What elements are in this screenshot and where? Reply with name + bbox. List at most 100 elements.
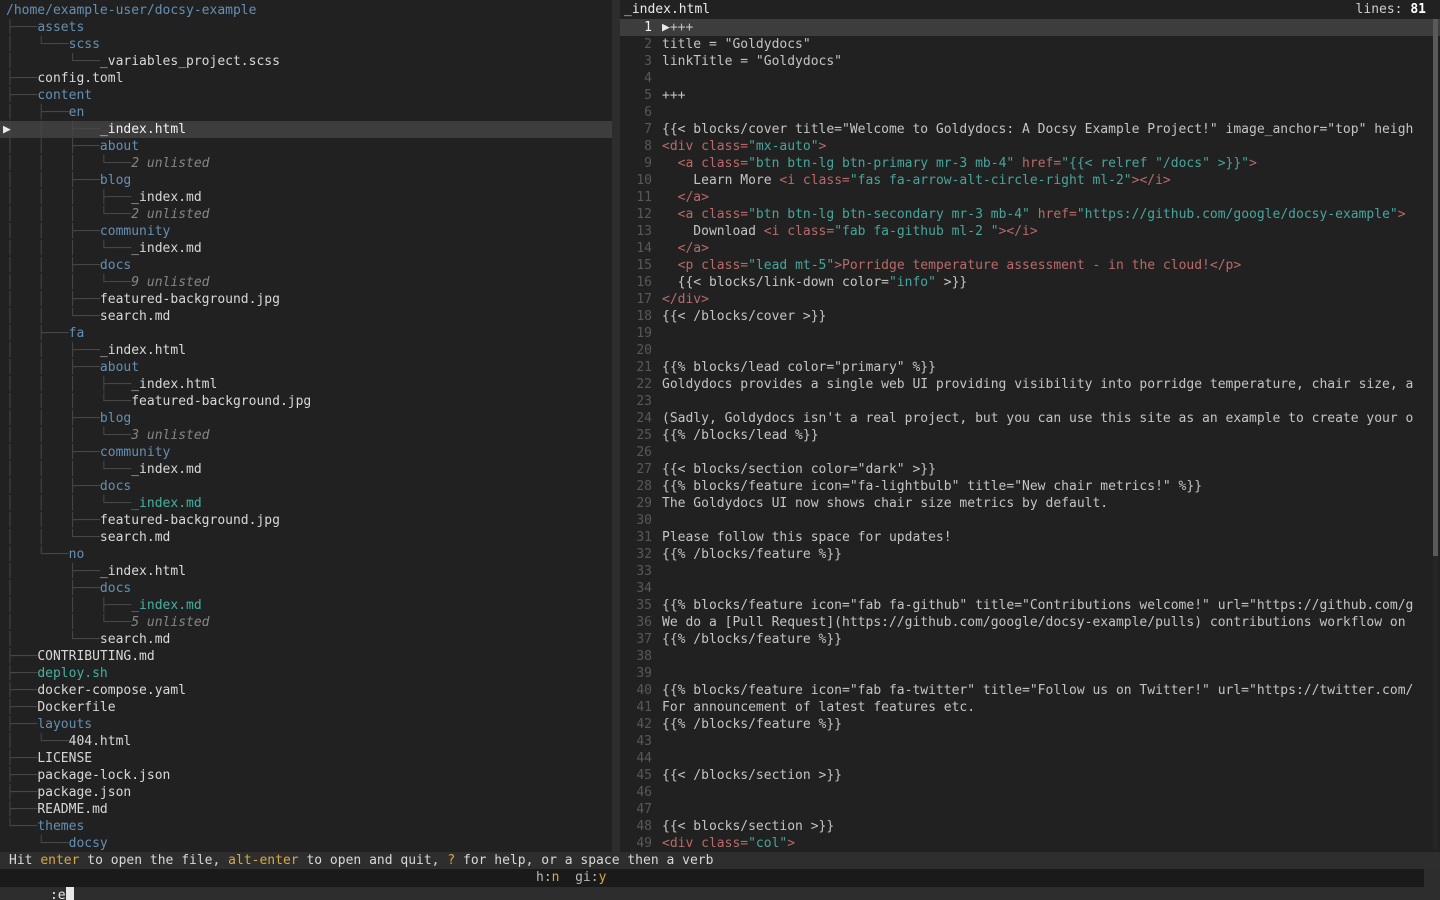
tree-row[interactable]: │ │ ├───docs: [0, 257, 612, 274]
tree-row[interactable]: │ │ ├───featured-background.jpg: [0, 291, 612, 308]
tree-row[interactable]: │ │ ├───blog: [0, 410, 612, 427]
tree-row[interactable]: │ └───scss: [0, 36, 612, 53]
code-line[interactable]: 18{{< /blocks/cover >}}: [620, 308, 1440, 325]
tree-row[interactable]: │ │ │ └───3 unlisted: [0, 427, 612, 444]
code-line[interactable]: 33: [620, 563, 1440, 580]
code-line[interactable]: 46: [620, 784, 1440, 801]
code-line[interactable]: 21{{% blocks/lead color="primary" %}}: [620, 359, 1440, 376]
code-line[interactable]: 5+++: [620, 87, 1440, 104]
tree-row[interactable]: │ │ ├───_index.md: [0, 597, 612, 614]
tree-row[interactable]: ├───package-lock.json: [0, 767, 612, 784]
tree-row[interactable]: │ └───_variables_project.scss: [0, 53, 612, 70]
tree-row[interactable]: └───docsy: [0, 835, 612, 852]
tree-row[interactable]: ├───README.md: [0, 801, 612, 818]
code-line[interactable]: 9 <a class="btn btn-lg btn-primary mr-3 …: [620, 155, 1440, 172]
tree-row[interactable]: │ └───search.md: [0, 631, 612, 648]
preview-scrollbar[interactable]: [1433, 19, 1438, 849]
tree-row[interactable]: ├───package.json: [0, 784, 612, 801]
tree-row[interactable]: │ │ ├───about: [0, 138, 612, 155]
tree-row[interactable]: │ │ ├───_index.html: [0, 342, 612, 359]
tree-row[interactable]: │ │ │ └───featured-background.jpg: [0, 393, 612, 410]
code-line[interactable]: 25{{% /blocks/lead %}}: [620, 427, 1440, 444]
code-line[interactable]: 37{{% /blocks/feature %}}: [620, 631, 1440, 648]
code-line[interactable]: 43: [620, 733, 1440, 750]
tree-row[interactable]: │ │ ├───featured-background.jpg: [0, 512, 612, 529]
code-view[interactable]: 1▶+++2title = "Goldydocs"3linkTitle = "G…: [620, 19, 1440, 852]
code-line[interactable]: 38: [620, 648, 1440, 665]
code-line[interactable]: 24(Sadly, Goldydocs isn't a real project…: [620, 410, 1440, 427]
tree-row[interactable]: │ ├───fa: [0, 325, 612, 342]
code-line[interactable]: 29The Goldydocs UI now shows chair size …: [620, 495, 1440, 512]
file-tree-panel[interactable]: /home/example-user/docsy-example├───asse…: [0, 0, 612, 852]
tree-row[interactable]: │ ├───docs: [0, 580, 612, 597]
tree-row[interactable]: │ │ │ └───2 unlisted: [0, 206, 612, 223]
tree-row[interactable]: ├───deploy.sh: [0, 665, 612, 682]
tree-row[interactable]: │ ├───_index.html: [0, 563, 612, 580]
code-line[interactable]: 16 {{< blocks/link-down color="info" >}}: [620, 274, 1440, 291]
code-line[interactable]: 19: [620, 325, 1440, 342]
code-line[interactable]: 15 <p class="lead mt-5">Porridge tempera…: [620, 257, 1440, 274]
tree-row[interactable]: │ │ │ └───9 unlisted: [0, 274, 612, 291]
code-line[interactable]: 6: [620, 104, 1440, 121]
code-line[interactable]: 47: [620, 801, 1440, 818]
code-line[interactable]: 13 Download <i class="fab fa-github ml-2…: [620, 223, 1440, 240]
code-line[interactable]: 49<div class="col">: [620, 835, 1440, 852]
tree-row[interactable]: ├───layouts: [0, 716, 612, 733]
scrollbar-thumb[interactable]: [1433, 19, 1438, 556]
code-line[interactable]: 8<div class="mx-auto">: [620, 138, 1440, 155]
code-line[interactable]: 3linkTitle = "Goldydocs": [620, 53, 1440, 70]
code-line[interactable]: 34: [620, 580, 1440, 597]
code-line[interactable]: 45{{< /blocks/section >}}: [620, 767, 1440, 784]
code-line[interactable]: 32{{% /blocks/feature %}}: [620, 546, 1440, 563]
tree-row[interactable]: │ │ │ ├───_index.html: [0, 376, 612, 393]
command-input[interactable]: :e h:n gi:y: [0, 869, 1424, 887]
tree-row[interactable]: ├───LICENSE: [0, 750, 612, 767]
code-line[interactable]: 39: [620, 665, 1440, 682]
code-line[interactable]: 28{{% blocks/feature icon="fa-lightbulb"…: [620, 478, 1440, 495]
tree-row[interactable]: │ │ │ └───_index.md: [0, 461, 612, 478]
code-line[interactable]: 27{{< blocks/section color="dark" >}}: [620, 461, 1440, 478]
code-line[interactable]: 31Please follow this space for updates!: [620, 529, 1440, 546]
code-line[interactable]: 11 </a>: [620, 189, 1440, 206]
code-line[interactable]: 12 <a class="btn btn-lg btn-secondary mr…: [620, 206, 1440, 223]
tree-row[interactable]: ├───content: [0, 87, 612, 104]
tree-row[interactable]: │ │ └───search.md: [0, 308, 612, 325]
code-line[interactable]: 4: [620, 70, 1440, 87]
code-line[interactable]: 1▶+++: [620, 19, 1440, 36]
code-line[interactable]: 36We do a [Pull Request](https://github.…: [620, 614, 1440, 631]
tree-row[interactable]: │ │ │ ├───_index.md: [0, 189, 612, 206]
tree-row[interactable]: ├───CONTRIBUTING.md: [0, 648, 612, 665]
tree-row[interactable]: │ │ ├───about: [0, 359, 612, 376]
code-line[interactable]: 44: [620, 750, 1440, 767]
tree-row[interactable]: │ └───no: [0, 546, 612, 563]
tree-row[interactable]: │ │ │ └───_index.md: [0, 240, 612, 257]
tree-row[interactable]: │ │ ├───community: [0, 444, 612, 461]
tree-row[interactable]: │ ├───en: [0, 104, 612, 121]
code-line[interactable]: 41For announcement of latest features et…: [620, 699, 1440, 716]
code-line[interactable]: 7{{< blocks/cover title="Welcome to Gold…: [620, 121, 1440, 138]
code-line[interactable]: 22Goldydocs provides a single web UI pro…: [620, 376, 1440, 393]
code-line[interactable]: 40{{% blocks/feature icon="fab fa-twitte…: [620, 682, 1440, 699]
tree-row[interactable]: ├───Dockerfile: [0, 699, 612, 716]
code-line[interactable]: 10 Learn More <i class="fas fa-arrow-alt…: [620, 172, 1440, 189]
preview-panel[interactable]: _index.html lines: 81 1▶+++2title = "Gol…: [620, 0, 1440, 852]
code-line[interactable]: 48{{< blocks/section >}}: [620, 818, 1440, 835]
tree-row[interactable]: │ │ └───search.md: [0, 529, 612, 546]
tree-root-path[interactable]: /home/example-user/docsy-example: [0, 2, 612, 19]
tree-row[interactable]: ▶│ │ ├───_index.html: [0, 121, 612, 138]
code-line[interactable]: 42{{% /blocks/feature %}}: [620, 716, 1440, 733]
tree-row[interactable]: ├───assets: [0, 19, 612, 36]
tree-row[interactable]: ├───docker-compose.yaml: [0, 682, 612, 699]
code-line[interactable]: 2title = "Goldydocs": [620, 36, 1440, 53]
tree-row[interactable]: │ │ └───5 unlisted: [0, 614, 612, 631]
tree-row[interactable]: │ │ │ └───2 unlisted: [0, 155, 612, 172]
tree-row[interactable]: │ └───404.html: [0, 733, 612, 750]
tree-row[interactable]: │ │ ├───community: [0, 223, 612, 240]
tree-row[interactable]: │ │ ├───blog: [0, 172, 612, 189]
tree-row[interactable]: │ │ ├───docs: [0, 478, 612, 495]
tree-row[interactable]: └───themes: [0, 818, 612, 835]
code-line[interactable]: 14 </a>: [620, 240, 1440, 257]
code-line[interactable]: 26: [620, 444, 1440, 461]
code-line[interactable]: 30: [620, 512, 1440, 529]
code-line[interactable]: 17</div>: [620, 291, 1440, 308]
